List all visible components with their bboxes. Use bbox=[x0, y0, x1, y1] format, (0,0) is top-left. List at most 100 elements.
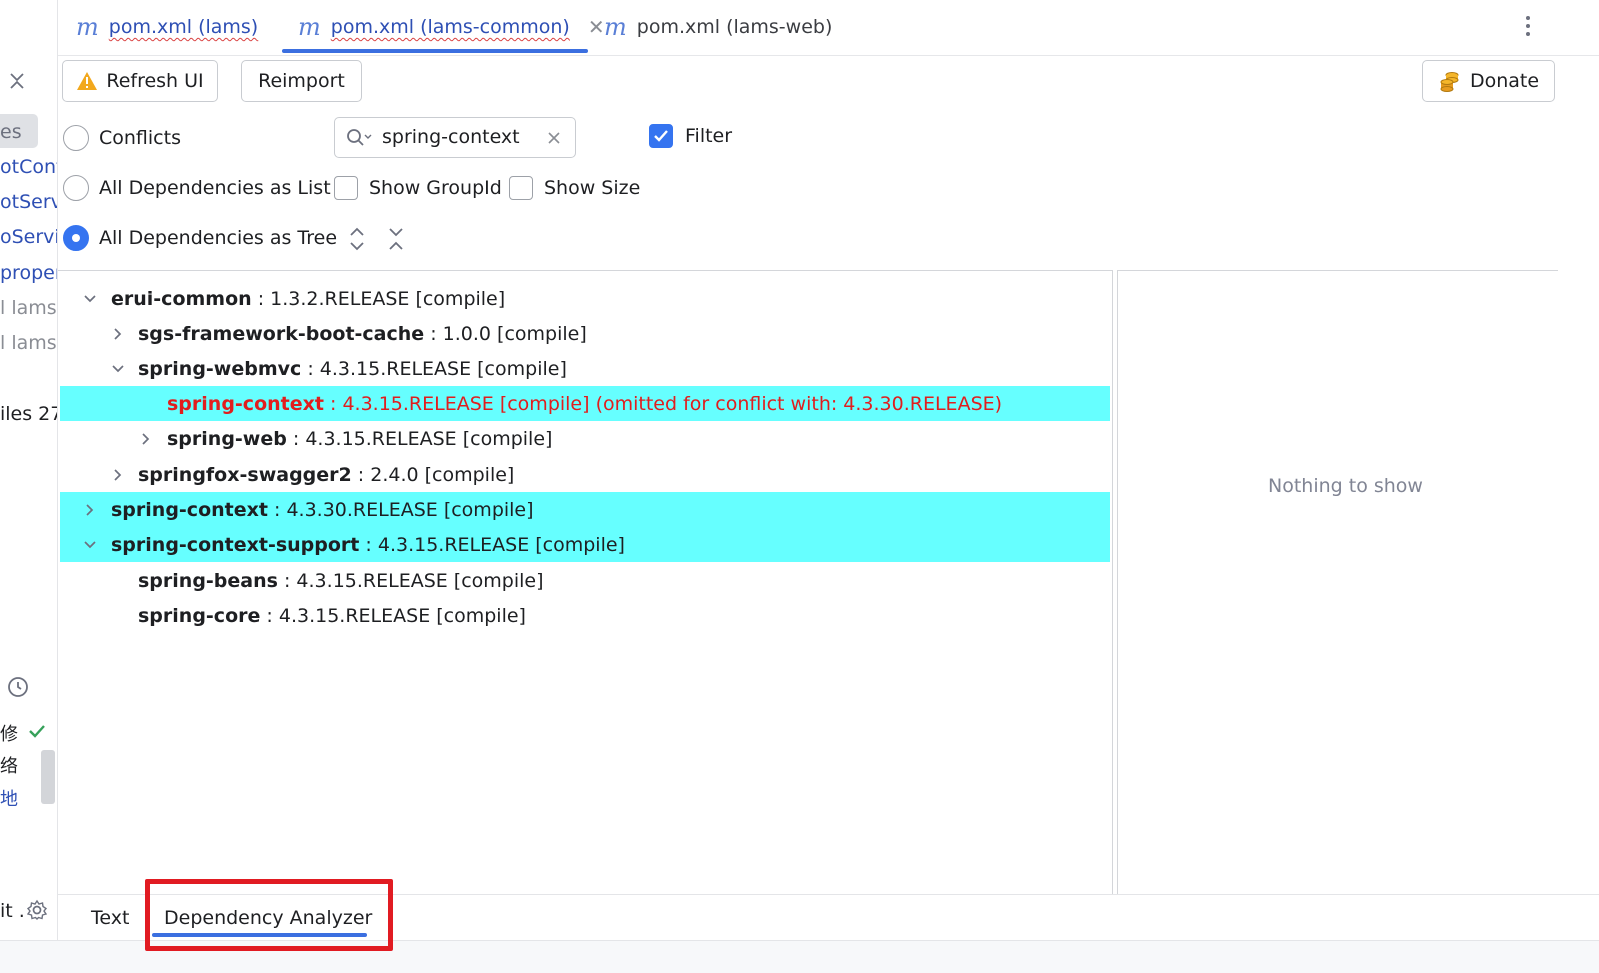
search-input[interactable]: spring-context bbox=[382, 126, 520, 148]
chevron-right-icon[interactable] bbox=[110, 326, 126, 342]
annotation-highlight-box bbox=[145, 879, 393, 951]
dependency-name: spring-core bbox=[138, 604, 261, 627]
project-item[interactable]: otServi bbox=[0, 191, 57, 213]
dependency-name: spring-web bbox=[167, 427, 287, 450]
commit-item[interactable]: 络 bbox=[0, 752, 18, 778]
project-item[interactable]: l lams bbox=[0, 297, 57, 319]
maven-icon: m bbox=[76, 13, 99, 41]
tree-node[interactable]: erui-common : 1.3.2.RELEASE [compile] bbox=[60, 281, 1110, 316]
coins-icon bbox=[1440, 72, 1459, 92]
dependency-name: erui-common bbox=[111, 287, 252, 310]
donate-label: Donate bbox=[1469, 70, 1540, 92]
all-dependencies-tree-label[interactable]: All Dependencies as Tree bbox=[99, 227, 337, 249]
dependency-name: sgs-framework-boot-cache bbox=[138, 322, 425, 345]
empty-state-text: Nothing to show bbox=[1268, 475, 1423, 497]
tree-node-conflict[interactable]: spring-context : 4.3.15.RELEASE [compile… bbox=[60, 386, 1110, 421]
filter-checkbox[interactable] bbox=[649, 124, 673, 148]
refresh-ui-button[interactable]: Refresh UI bbox=[62, 60, 218, 102]
tab-label: pom.xml (lams) bbox=[108, 16, 259, 38]
scrollbar[interactable] bbox=[41, 750, 55, 804]
tab-pom-lams-common[interactable]: m pom.xml (lams-common) ✕ bbox=[298, 10, 605, 44]
project-item[interactable]: es bbox=[0, 121, 22, 143]
dependency-detail: : 1.0.0 [compile] bbox=[424, 322, 587, 345]
all-dependencies-list-label[interactable]: All Dependencies as List bbox=[99, 177, 331, 199]
tab-label: pom.xml (lams-common) bbox=[330, 16, 570, 38]
commit-item[interactable]: 修 bbox=[0, 720, 18, 746]
reimport-button[interactable]: Reimport bbox=[241, 60, 362, 102]
dependency-detail: : 4.3.15.RELEASE [compile] bbox=[260, 604, 526, 627]
dependency-name: spring-beans bbox=[138, 569, 278, 592]
dependency-detail: : 4.3.15.RELEASE [compile] (omitted for … bbox=[323, 392, 1003, 415]
close-icon[interactable] bbox=[7, 70, 27, 92]
editor-tab-bar: m pom.xml (lams) m pom.xml (lams-common)… bbox=[58, 0, 1599, 56]
warning-icon bbox=[77, 72, 98, 90]
donate-button[interactable]: Donate bbox=[1422, 60, 1555, 102]
tree-node[interactable]: spring-context-support : 4.3.15.RELEASE … bbox=[60, 527, 1110, 562]
dependency-detail: : 4.3.15.RELEASE [compile] bbox=[286, 427, 553, 450]
tree-node[interactable]: spring-context : 4.3.30.RELEASE [compile… bbox=[60, 492, 1110, 527]
dependency-name: spring-context bbox=[167, 392, 324, 415]
tree-node[interactable]: springfox-swagger2 : 2.4.0 [compile] bbox=[60, 457, 1110, 492]
chevron-right-icon[interactable] bbox=[82, 502, 98, 518]
chevron-right-icon[interactable] bbox=[138, 431, 154, 447]
clear-search-icon[interactable] bbox=[547, 131, 561, 145]
dependency-detail: : 2.4.0 [compile] bbox=[351, 463, 515, 486]
all-dependencies-list-radio[interactable] bbox=[63, 175, 89, 201]
maven-icon: m bbox=[604, 13, 627, 41]
search-icon bbox=[347, 129, 372, 146]
refresh-ui-label: Refresh UI bbox=[106, 70, 204, 92]
project-item[interactable]: iles 27 bbox=[0, 403, 57, 425]
collapse-all-icon[interactable] bbox=[385, 226, 407, 252]
conflicts-label[interactable]: Conflicts bbox=[99, 127, 181, 149]
clock-icon[interactable] bbox=[6, 675, 30, 699]
tab-pom-lams[interactable]: m pom.xml (lams) bbox=[76, 10, 258, 44]
reimport-label: Reimport bbox=[258, 70, 345, 92]
commit-item[interactable]: 地 bbox=[0, 785, 18, 811]
chevron-down-icon[interactable] bbox=[82, 537, 98, 553]
show-size-checkbox[interactable] bbox=[509, 176, 533, 200]
close-tab-icon[interactable]: ✕ bbox=[588, 15, 605, 39]
show-groupid-checkbox[interactable] bbox=[334, 176, 358, 200]
tab-text[interactable]: Text bbox=[91, 907, 129, 929]
dependency-detail: : 4.3.15.RELEASE [compile] bbox=[277, 569, 544, 592]
tree-node[interactable]: sgs-framework-boot-cache : 1.0.0 [compil… bbox=[60, 316, 1110, 351]
tree-node[interactable]: spring-core : 4.3.15.RELEASE [compile] bbox=[60, 598, 1110, 633]
dependency-name: springfox-swagger2 bbox=[138, 463, 352, 486]
dependency-name: spring-webmvc bbox=[138, 357, 302, 380]
dependency-detail: : 4.3.15.RELEASE [compile] bbox=[359, 533, 625, 556]
all-dependencies-tree-radio[interactable] bbox=[63, 225, 89, 251]
project-item[interactable]: l lams bbox=[0, 332, 57, 354]
show-size-label[interactable]: Show Size bbox=[544, 177, 640, 199]
chevron-down-icon[interactable] bbox=[110, 361, 126, 377]
filter-label[interactable]: Filter bbox=[685, 125, 732, 147]
active-tab-indicator bbox=[282, 49, 588, 53]
check-icon bbox=[29, 725, 45, 738]
gear-icon[interactable] bbox=[26, 899, 48, 921]
dependency-tree[interactable]: erui-common : 1.3.2.RELEASE [compile] sg… bbox=[58, 270, 1113, 894]
dependency-detail-panel: Nothing to show bbox=[1117, 270, 1558, 894]
tree-node[interactable]: spring-web : 4.3.15.RELEASE [compile] bbox=[60, 421, 1110, 456]
dependency-detail: : 4.3.15.RELEASE [compile] bbox=[301, 357, 567, 380]
tree-node[interactable]: spring-beans : 4.3.15.RELEASE [compile] bbox=[60, 563, 1110, 598]
tab-label: pom.xml (lams-web) bbox=[636, 16, 833, 38]
project-panel-strip: es otCont otServi oServic proper l lams … bbox=[0, 0, 58, 973]
show-groupid-label[interactable]: Show GroupId bbox=[369, 177, 502, 199]
dependency-name: spring-context bbox=[111, 498, 268, 521]
dependency-detail: : 4.3.30.RELEASE [compile] bbox=[267, 498, 534, 521]
chevron-right-icon[interactable] bbox=[110, 467, 126, 483]
project-item[interactable]: proper bbox=[0, 262, 57, 284]
commit-label: it . bbox=[0, 900, 25, 922]
more-options-icon[interactable] bbox=[1522, 14, 1534, 38]
maven-icon: m bbox=[298, 13, 321, 41]
dependency-detail: : 1.3.2.RELEASE [compile] bbox=[251, 287, 506, 310]
checkmark-icon bbox=[654, 130, 668, 142]
project-item[interactable]: oServic bbox=[0, 226, 57, 248]
tab-pom-lams-web[interactable]: m pom.xml (lams-web) bbox=[604, 10, 832, 44]
chevron-down-icon[interactable] bbox=[82, 291, 98, 307]
conflicts-radio[interactable] bbox=[63, 125, 89, 151]
project-item[interactable]: otCont bbox=[0, 156, 57, 178]
tree-node[interactable]: spring-webmvc : 4.3.15.RELEASE [compile] bbox=[60, 351, 1110, 386]
dependency-name: spring-context-support bbox=[111, 533, 360, 556]
expand-all-icon[interactable] bbox=[346, 226, 368, 252]
search-field[interactable]: spring-context bbox=[334, 117, 576, 158]
